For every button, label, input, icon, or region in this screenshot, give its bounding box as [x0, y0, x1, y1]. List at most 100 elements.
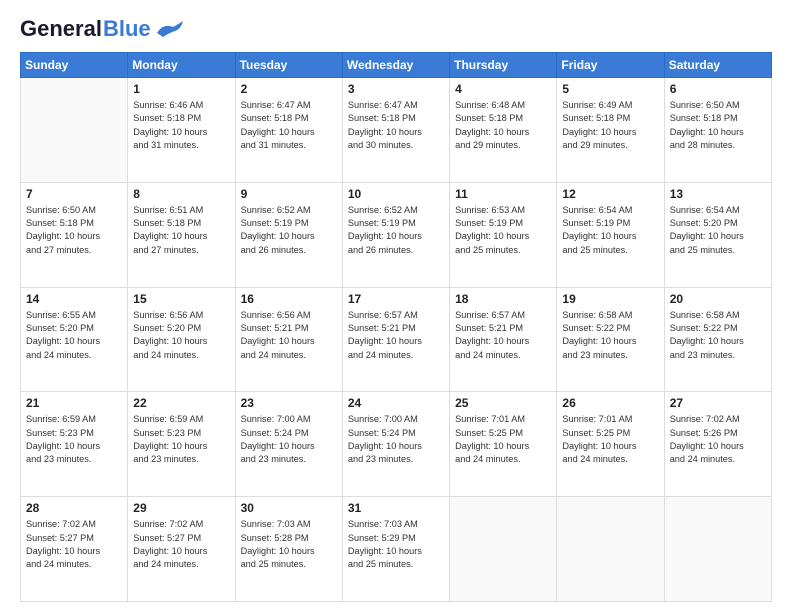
day-number: 31	[348, 501, 444, 515]
day-number: 29	[133, 501, 229, 515]
day-info: Sunrise: 6:46 AMSunset: 5:18 PMDaylight:…	[133, 99, 229, 152]
calendar-cell: 12 Sunrise: 6:54 AMSunset: 5:19 PMDayligh…	[557, 182, 664, 287]
calendar-cell	[664, 497, 771, 602]
day-info: Sunrise: 6:56 AMSunset: 5:21 PMDaylight:…	[241, 309, 337, 362]
day-info: Sunrise: 7:00 AMSunset: 5:24 PMDaylight:…	[241, 413, 337, 466]
calendar-week-4: 21 Sunrise: 6:59 AMSunset: 5:23 PMDayligh…	[21, 392, 772, 497]
day-number: 7	[26, 187, 122, 201]
day-number: 11	[455, 187, 551, 201]
day-info: Sunrise: 6:48 AMSunset: 5:18 PMDaylight:…	[455, 99, 551, 152]
calendar-cell: 17 Sunrise: 6:57 AMSunset: 5:21 PMDayligh…	[342, 287, 449, 392]
calendar-cell: 1 Sunrise: 6:46 AMSunset: 5:18 PMDaylight…	[128, 78, 235, 183]
day-info: Sunrise: 6:59 AMSunset: 5:23 PMDaylight:…	[133, 413, 229, 466]
calendar-cell: 22 Sunrise: 6:59 AMSunset: 5:23 PMDayligh…	[128, 392, 235, 497]
day-number: 14	[26, 292, 122, 306]
day-number: 24	[348, 396, 444, 410]
calendar-week-2: 7 Sunrise: 6:50 AMSunset: 5:18 PMDaylight…	[21, 182, 772, 287]
day-number: 18	[455, 292, 551, 306]
day-info: Sunrise: 7:03 AMSunset: 5:28 PMDaylight:…	[241, 518, 337, 571]
day-info: Sunrise: 7:03 AMSunset: 5:29 PMDaylight:…	[348, 518, 444, 571]
logo-blue: Blue	[103, 16, 151, 42]
weekday-header-tuesday: Tuesday	[235, 53, 342, 78]
calendar-cell: 13 Sunrise: 6:54 AMSunset: 5:20 PMDayligh…	[664, 182, 771, 287]
day-number: 30	[241, 501, 337, 515]
calendar-cell: 30 Sunrise: 7:03 AMSunset: 5:28 PMDayligh…	[235, 497, 342, 602]
logo-bird-icon	[155, 19, 187, 39]
day-number: 20	[670, 292, 766, 306]
day-number: 4	[455, 82, 551, 96]
calendar-cell	[450, 497, 557, 602]
day-number: 15	[133, 292, 229, 306]
day-info: Sunrise: 6:53 AMSunset: 5:19 PMDaylight:…	[455, 204, 551, 257]
day-info: Sunrise: 6:54 AMSunset: 5:20 PMDaylight:…	[670, 204, 766, 257]
day-info: Sunrise: 6:57 AMSunset: 5:21 PMDaylight:…	[455, 309, 551, 362]
day-info: Sunrise: 6:59 AMSunset: 5:23 PMDaylight:…	[26, 413, 122, 466]
calendar-cell: 5 Sunrise: 6:49 AMSunset: 5:18 PMDaylight…	[557, 78, 664, 183]
calendar-week-5: 28 Sunrise: 7:02 AMSunset: 5:27 PMDayligh…	[21, 497, 772, 602]
weekday-header-thursday: Thursday	[450, 53, 557, 78]
calendar-week-3: 14Sunrise: 6:55 AMSunset: 5:20 PMDayligh…	[21, 287, 772, 392]
calendar-cell: 23 Sunrise: 7:00 AMSunset: 5:24 PMDayligh…	[235, 392, 342, 497]
day-number: 17	[348, 292, 444, 306]
day-info: Sunrise: 6:58 AMSunset: 5:22 PMDaylight:…	[562, 309, 658, 362]
calendar-cell: 9Sunrise: 6:52 AMSunset: 5:19 PMDaylight…	[235, 182, 342, 287]
day-number: 12	[562, 187, 658, 201]
calendar-cell: 25 Sunrise: 7:01 AMSunset: 5:25 PMDayligh…	[450, 392, 557, 497]
day-info: Sunrise: 6:56 AMSunset: 5:20 PMDaylight:…	[133, 309, 229, 362]
weekday-header-friday: Friday	[557, 53, 664, 78]
calendar-cell: 24Sunrise: 7:00 AMSunset: 5:24 PMDayligh…	[342, 392, 449, 497]
calendar-cell: 29 Sunrise: 7:02 AMSunset: 5:27 PMDayligh…	[128, 497, 235, 602]
day-info: Sunrise: 7:02 AMSunset: 5:26 PMDaylight:…	[670, 413, 766, 466]
calendar-cell: 8 Sunrise: 6:51 AMSunset: 5:18 PMDaylight…	[128, 182, 235, 287]
calendar-cell: 6 Sunrise: 6:50 AMSunset: 5:18 PMDaylight…	[664, 78, 771, 183]
calendar-cell: 2Sunrise: 6:47 AMSunset: 5:18 PMDaylight…	[235, 78, 342, 183]
day-number: 16	[241, 292, 337, 306]
day-number: 6	[670, 82, 766, 96]
calendar-table: SundayMondayTuesdayWednesdayThursdayFrid…	[20, 52, 772, 602]
day-info: Sunrise: 7:01 AMSunset: 5:25 PMDaylight:…	[455, 413, 551, 466]
day-number: 23	[241, 396, 337, 410]
calendar-cell: 26 Sunrise: 7:01 AMSunset: 5:25 PMDayligh…	[557, 392, 664, 497]
calendar-cell: 28Sunrise: 7:02 AMSunset: 5:27 PMDayligh…	[21, 497, 128, 602]
day-number: 27	[670, 396, 766, 410]
day-number: 28	[26, 501, 122, 515]
day-info: Sunrise: 6:54 AMSunset: 5:19 PMDaylight:…	[562, 204, 658, 257]
calendar-cell	[557, 497, 664, 602]
day-number: 22	[133, 396, 229, 410]
calendar-cell: 31 Sunrise: 7:03 AMSunset: 5:29 PMDayligh…	[342, 497, 449, 602]
day-number: 13	[670, 187, 766, 201]
calendar-cell: 19 Sunrise: 6:58 AMSunset: 5:22 PMDayligh…	[557, 287, 664, 392]
day-number: 19	[562, 292, 658, 306]
day-info: Sunrise: 6:50 AMSunset: 5:18 PMDaylight:…	[26, 204, 122, 257]
day-info: Sunrise: 7:01 AMSunset: 5:25 PMDaylight:…	[562, 413, 658, 466]
day-info: Sunrise: 6:47 AMSunset: 5:18 PMDaylight:…	[348, 99, 444, 152]
day-info: Sunrise: 6:49 AMSunset: 5:18 PMDaylight:…	[562, 99, 658, 152]
weekday-header-saturday: Saturday	[664, 53, 771, 78]
day-number: 25	[455, 396, 551, 410]
calendar-cell: 20Sunrise: 6:58 AMSunset: 5:22 PMDayligh…	[664, 287, 771, 392]
calendar-cell: 16 Sunrise: 6:56 AMSunset: 5:21 PMDayligh…	[235, 287, 342, 392]
logo-general: General	[20, 16, 102, 42]
day-number: 1	[133, 82, 229, 96]
calendar-cell: 3Sunrise: 6:47 AMSunset: 5:18 PMDaylight…	[342, 78, 449, 183]
day-info: Sunrise: 6:50 AMSunset: 5:18 PMDaylight:…	[670, 99, 766, 152]
header: General Blue	[20, 16, 772, 42]
day-info: Sunrise: 6:51 AMSunset: 5:18 PMDaylight:…	[133, 204, 229, 257]
day-number: 5	[562, 82, 658, 96]
day-info: Sunrise: 6:57 AMSunset: 5:21 PMDaylight:…	[348, 309, 444, 362]
calendar-cell: 11 Sunrise: 6:53 AMSunset: 5:19 PMDayligh…	[450, 182, 557, 287]
day-number: 21	[26, 396, 122, 410]
day-number: 8	[133, 187, 229, 201]
calendar-cell: 10Sunrise: 6:52 AMSunset: 5:19 PMDayligh…	[342, 182, 449, 287]
weekday-header-monday: Monday	[128, 53, 235, 78]
weekday-header-row: SundayMondayTuesdayWednesdayThursdayFrid…	[21, 53, 772, 78]
day-number: 9	[241, 187, 337, 201]
calendar-cell: 18 Sunrise: 6:57 AMSunset: 5:21 PMDayligh…	[450, 287, 557, 392]
day-info: Sunrise: 7:02 AMSunset: 5:27 PMDaylight:…	[133, 518, 229, 571]
logo: General Blue	[20, 16, 187, 42]
day-number: 2	[241, 82, 337, 96]
page: General Blue SundayMondayTuesdayWednesda…	[0, 0, 792, 612]
calendar-cell: 15 Sunrise: 6:56 AMSunset: 5:20 PMDayligh…	[128, 287, 235, 392]
day-number: 26	[562, 396, 658, 410]
calendar-cell	[21, 78, 128, 183]
